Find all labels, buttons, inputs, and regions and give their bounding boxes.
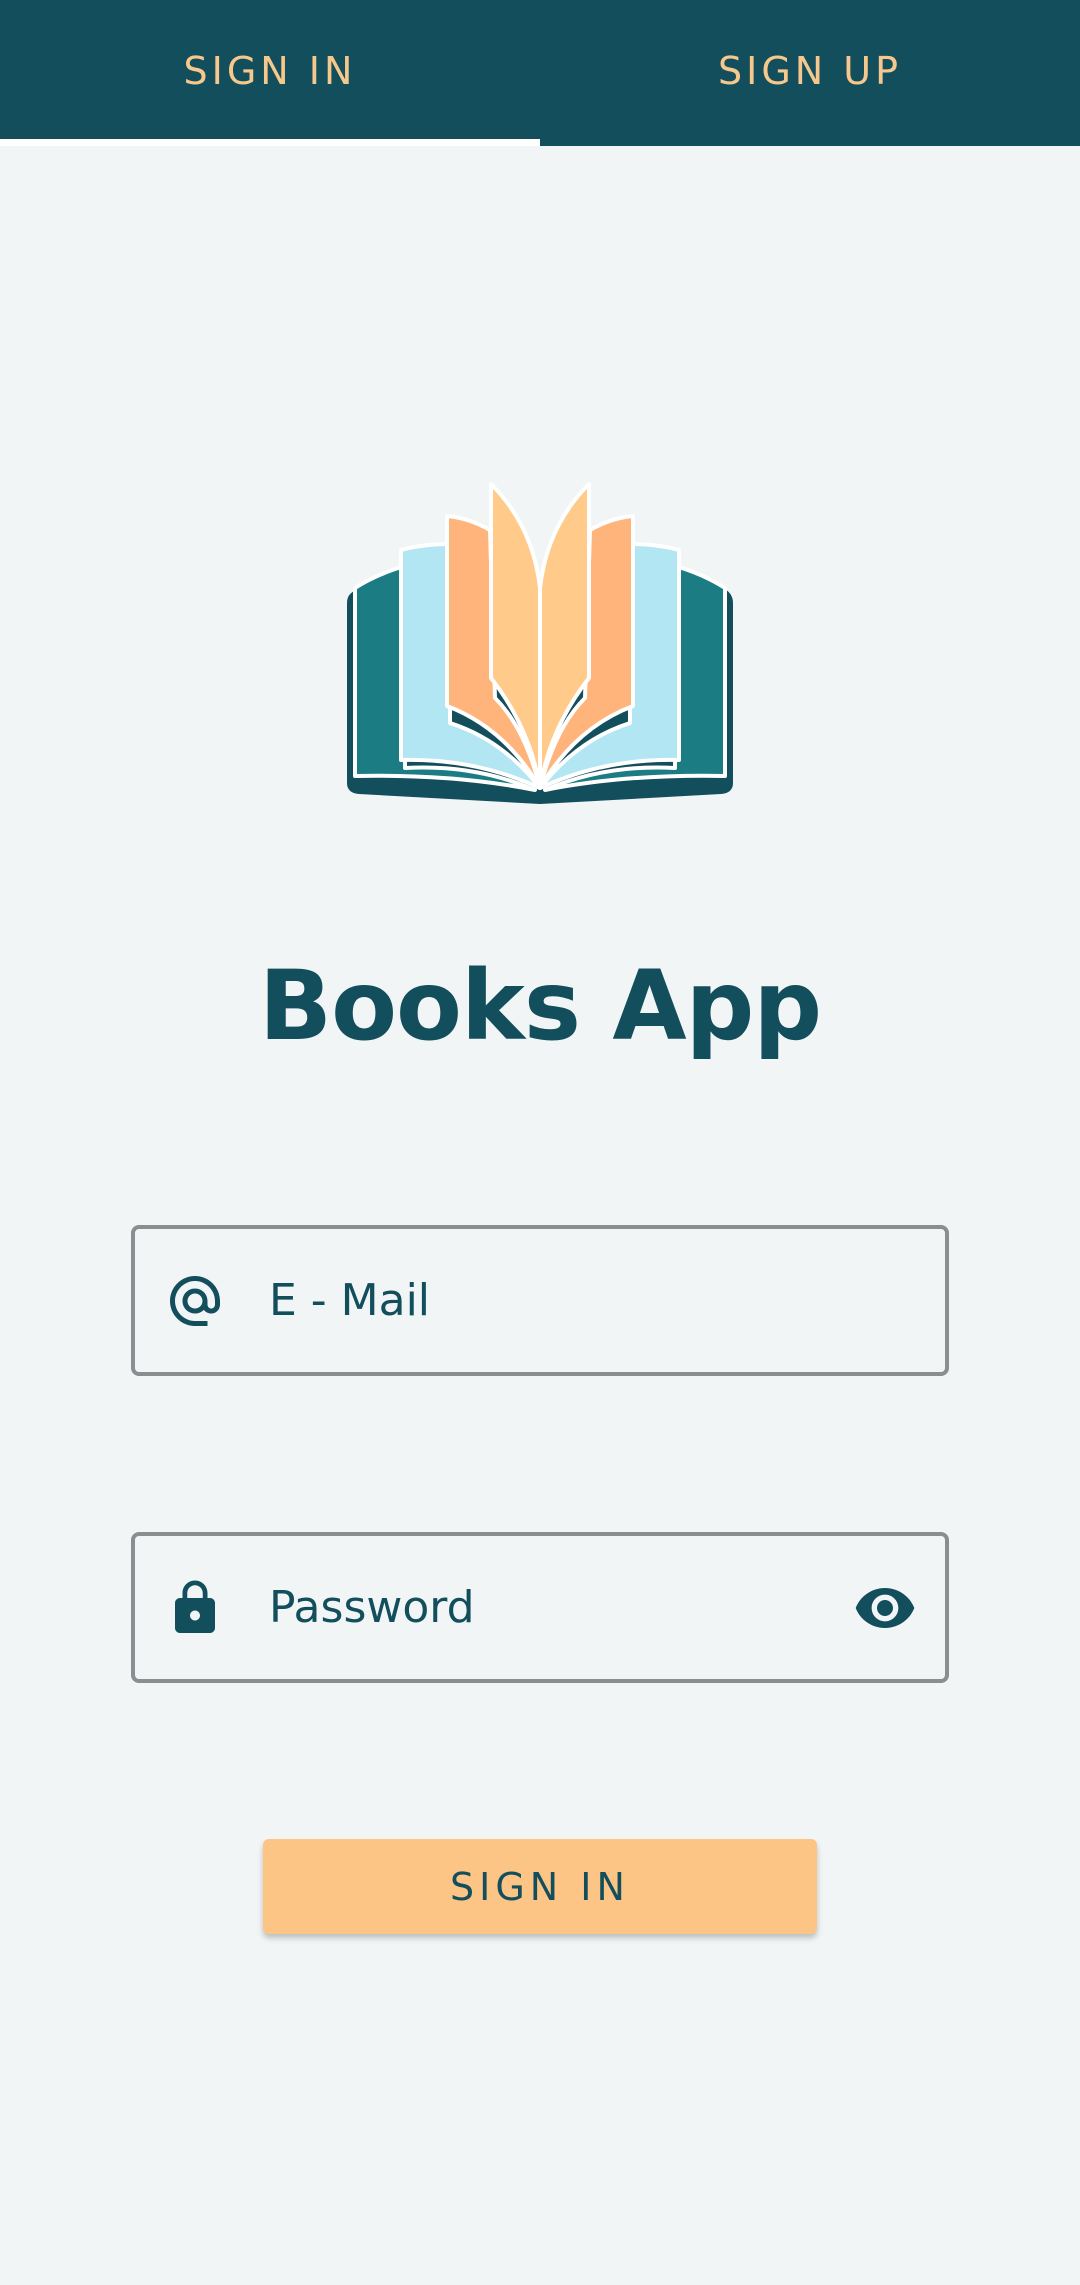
email-field[interactable] bbox=[131, 1225, 949, 1376]
password-field[interactable] bbox=[131, 1532, 949, 1683]
tab-sign-in[interactable]: SIGN IN bbox=[0, 0, 540, 146]
eye-icon[interactable] bbox=[853, 1576, 917, 1640]
open-book-icon bbox=[347, 482, 733, 804]
sign-in-button[interactable]: SIGN IN bbox=[263, 1839, 817, 1934]
tab-sign-in-label: SIGN IN bbox=[183, 49, 357, 93]
email-input[interactable] bbox=[269, 1229, 835, 1372]
app-title: Books App bbox=[258, 950, 822, 1062]
tab-selected-indicator bbox=[0, 139, 540, 146]
tab-sign-up[interactable]: SIGN UP bbox=[540, 0, 1080, 146]
password-input[interactable] bbox=[269, 1536, 835, 1679]
lock-icon bbox=[165, 1578, 225, 1638]
tab-bar: SIGN IN SIGN UP bbox=[0, 0, 1080, 146]
at-sign-icon bbox=[165, 1271, 225, 1331]
tab-sign-up-label: SIGN UP bbox=[717, 49, 902, 93]
